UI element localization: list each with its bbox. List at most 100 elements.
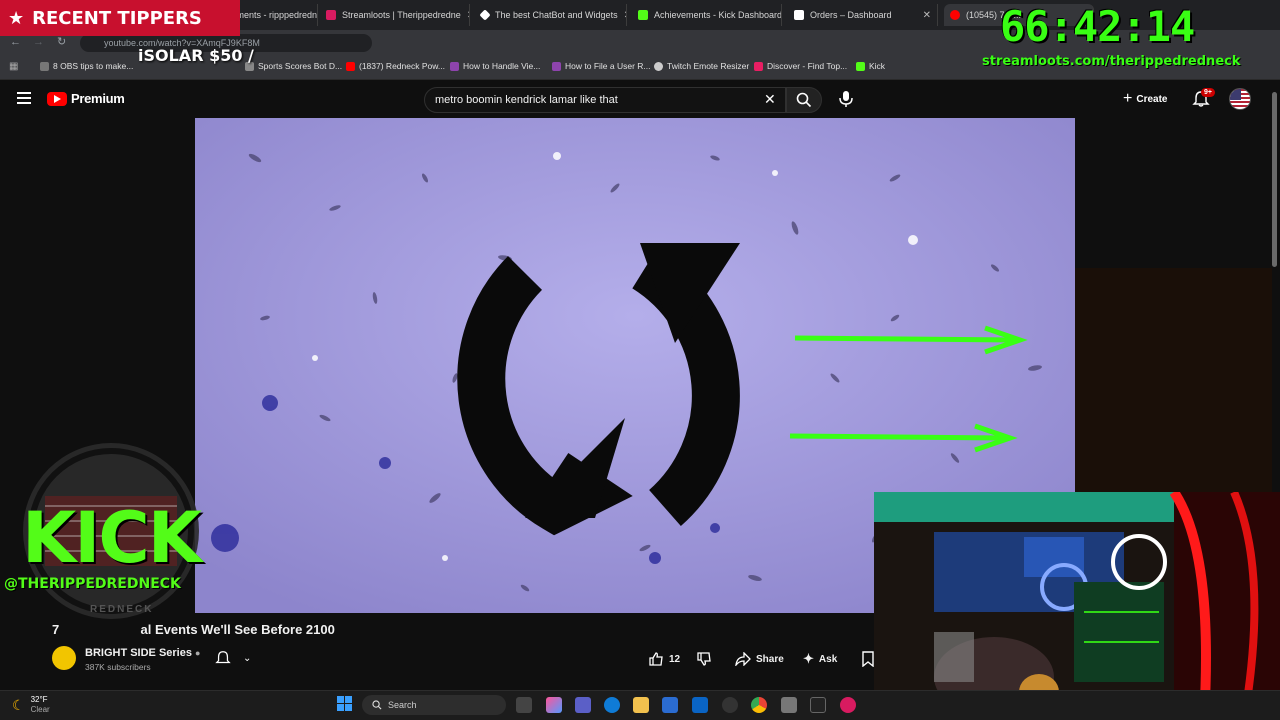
save-button[interactable] [862, 648, 874, 670]
video-title: 7 al Events We'll See Before 2100 [52, 622, 335, 637]
media-app-icon[interactable] [840, 697, 856, 713]
notifications-button[interactable]: 9+ [1192, 88, 1215, 113]
twitch-icon [450, 61, 459, 71]
tab-label: The best ChatBot and Widgets [495, 10, 618, 20]
obs-icon[interactable] [722, 697, 738, 713]
outlook-icon[interactable] [692, 697, 708, 713]
account-avatar[interactable] [1229, 88, 1251, 110]
channel-name: BRIGHT SIDE Series [85, 647, 192, 659]
ask-button[interactable]: ✦ Ask [803, 648, 837, 670]
terminal-icon[interactable] [810, 697, 826, 713]
bookmark-label: 8 OBS tips to make... [53, 61, 134, 71]
notification-badge: 9+ [1201, 88, 1215, 97]
thumbs-down-icon [697, 652, 711, 666]
app-icon[interactable] [781, 697, 797, 713]
globe-icon [654, 61, 663, 71]
bookmark-label: Discover - Find Top... [767, 61, 848, 71]
search-icon [372, 700, 382, 710]
back-icon[interactable]: ← [10, 36, 21, 48]
bookmark-redneck-power[interactable]: (1837) Redneck Pow... [346, 61, 445, 71]
apps-grid-icon[interactable]: ▦ [9, 61, 18, 72]
tab-label: Achievements - Kick Dashboard [654, 10, 782, 20]
windows-start-icon[interactable] [337, 696, 352, 711]
voice-search-button[interactable] [838, 90, 854, 113]
webcam-scene [874, 492, 1280, 720]
tab-chatbot[interactable]: The best ChatBot and Widgets ✕ [475, 4, 627, 26]
bookmark-icon [862, 651, 874, 667]
copilot-icon[interactable] [546, 697, 562, 713]
chrome-icon[interactable] [751, 697, 767, 713]
reload-icon[interactable]: ↻ [57, 35, 66, 48]
subathon-timer: 66:42:14 [1000, 2, 1195, 51]
webcam-feed [874, 492, 1280, 720]
recent-tippers-banner: ★ RECENT TIPPERS [0, 0, 240, 36]
dislike-button[interactable] [696, 648, 712, 670]
bookmark-kick[interactable]: Kick [856, 61, 885, 71]
bookmark-sports-scores[interactable]: Sports Scores Bot D... [245, 61, 342, 71]
channel-avatar[interactable] [52, 646, 76, 670]
share-label: Share [756, 653, 784, 665]
sparkle-icon: ✦ [803, 651, 814, 666]
bookmark-label: How to File a User R... [565, 61, 651, 71]
forward-icon[interactable]: → [33, 36, 44, 48]
search-input[interactable]: metro boomin kendrick lamar like that [424, 87, 786, 113]
bookmark-emote-resizer[interactable]: Twitch Emote Resizer [654, 61, 749, 71]
like-button[interactable]: 12 [648, 648, 680, 670]
youtube-premium-logo[interactable]: Premium [47, 91, 125, 106]
kick-logo-text: KICK [22, 497, 202, 579]
youtube-icon [346, 61, 355, 71]
bell-icon [215, 651, 231, 664]
tab-kick-achievements[interactable]: Achievements - Kick Dashboard ✕ [632, 4, 782, 26]
tab-streamloots[interactable]: Streamloots | Therippedredne ✕ [320, 4, 470, 26]
bookmark-label: Twitch Emote Resizer [667, 61, 750, 71]
chatbot-icon [479, 9, 491, 21]
hamburger-menu-icon[interactable] [17, 92, 31, 104]
channel-name-link[interactable]: BRIGHT SIDE Series ● [85, 647, 200, 659]
streamloots-icon [326, 10, 336, 20]
search-icon [796, 92, 812, 108]
youtube-icon [950, 10, 960, 20]
bookmark-file-report[interactable]: How to File a User R... [552, 61, 651, 71]
file-explorer-icon[interactable] [633, 697, 649, 713]
close-icon[interactable]: ✕ [467, 10, 469, 21]
weather-widget[interactable]: ☾ 32°F Clear [12, 695, 50, 715]
kick-emblem-subtext: REDNECK [90, 604, 154, 615]
store-icon[interactable] [662, 697, 678, 713]
subscribe-bell-button[interactable]: ⌄ [215, 650, 251, 666]
teams-icon[interactable] [575, 697, 591, 713]
brand-label: Premium [71, 91, 125, 106]
ask-label: Ask [818, 653, 838, 665]
clear-search-icon[interactable]: ✕ [764, 91, 776, 108]
search-button[interactable] [786, 87, 822, 113]
bookmark-obs-tips[interactable]: 8 OBS tips to make... [40, 61, 133, 71]
video-title-prefix: 7 [52, 622, 60, 637]
bookmark-icon [40, 61, 49, 71]
orders-icon [794, 10, 804, 20]
bookmark-label: Kick [869, 61, 886, 71]
share-button[interactable]: Share [735, 648, 784, 670]
kick-handle: @THERIPPEDREDNECK [4, 576, 181, 592]
weather-desc: Clear [30, 705, 50, 714]
task-view-icon[interactable] [516, 697, 532, 713]
share-icon [735, 652, 751, 666]
taskbar-search[interactable]: Search [362, 695, 506, 715]
tip-ticker: iSOLAR $50 / [138, 46, 254, 65]
twitch-icon [552, 61, 561, 71]
edge-icon[interactable] [604, 697, 620, 713]
bookmark-handle-viewers[interactable]: How to Handle Vie... [450, 61, 540, 71]
subscriber-count: 387K subscribers [85, 662, 151, 672]
bookmark-discover[interactable]: Discover - Find Top... [754, 61, 847, 71]
close-icon[interactable]: ✕ [923, 10, 931, 21]
bookmark-label: How to Handle Vie... [463, 61, 541, 71]
tab-label: Orders – Dashboard [810, 10, 892, 20]
weather-temp: 32°F [30, 695, 48, 704]
tab-orders[interactable]: Orders – Dashboard ✕ [788, 4, 938, 26]
chevron-down-icon: ⌄ [243, 652, 252, 664]
close-icon[interactable]: ✕ [624, 10, 626, 21]
create-label: Create [1136, 93, 1168, 105]
create-button[interactable]: + Create [1123, 90, 1167, 108]
bookmark-icon [754, 61, 763, 71]
page-scrollbar[interactable] [1272, 92, 1277, 267]
moon-icon: ☾ [12, 696, 25, 713]
tab-label: Streamloots | Therippedredne [342, 10, 461, 20]
